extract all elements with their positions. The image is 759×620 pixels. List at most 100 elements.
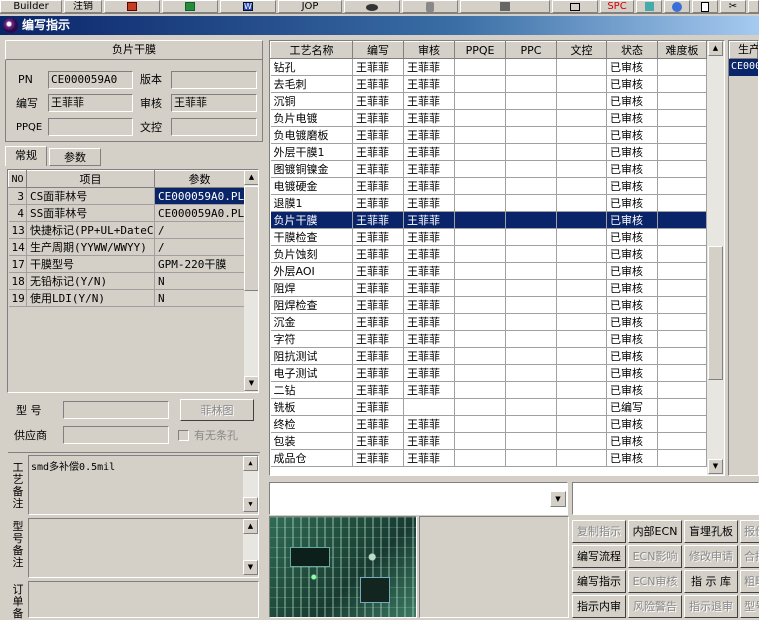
ppqe-cell[interactable] (454, 381, 506, 399)
param-no-cell[interactable]: 19 (8, 289, 27, 307)
ppqe-cell[interactable] (454, 330, 506, 348)
status-cell[interactable]: 已审核 (606, 194, 658, 212)
ppc-cell[interactable] (505, 92, 557, 110)
process-row[interactable]: 干膜检查 王菲菲 王菲菲 已审核 (270, 228, 707, 246)
model-field[interactable] (63, 401, 169, 419)
doc-control-cell[interactable] (556, 364, 607, 382)
param-value-cell[interactable]: N (154, 272, 245, 290)
doc-control-cell[interactable] (556, 398, 607, 416)
ppc-cell[interactable] (505, 126, 557, 144)
process-row[interactable]: 字符 王菲菲 王菲菲 已审核 (270, 330, 707, 348)
difficulty-cell[interactable] (657, 381, 707, 399)
ppqe-cell[interactable] (454, 296, 506, 314)
reviewer-cell[interactable]: 王菲菲 (403, 194, 455, 212)
doc-control-cell[interactable] (556, 160, 607, 178)
toolbar-blank-button[interactable] (692, 0, 718, 13)
pn-field[interactable]: CE000059A0 (48, 71, 133, 89)
param-no-cell[interactable]: 3 (8, 187, 27, 205)
reviewer-cell[interactable]: 王菲菲 (403, 279, 455, 297)
ppc-cell[interactable] (505, 381, 557, 399)
ppqe-cell[interactable] (454, 313, 506, 331)
author-cell[interactable]: 王菲菲 (352, 398, 404, 416)
difficulty-cell[interactable] (657, 109, 707, 127)
param-value-cell[interactable]: N (154, 289, 245, 307)
ppqe-cell[interactable] (454, 143, 506, 161)
ppc-cell[interactable] (505, 262, 557, 280)
logout-button[interactable]: 注销 (64, 0, 102, 13)
scroll-down-icon[interactable]: ▼ (243, 560, 258, 575)
ppqe-cell[interactable] (454, 126, 506, 144)
difficulty-cell[interactable] (657, 58, 707, 76)
difficulty-cell[interactable] (657, 347, 707, 365)
ppc-cell[interactable] (505, 160, 557, 178)
param-value-cell[interactable]: CE000059A0.PLN (154, 187, 245, 205)
status-cell[interactable]: 已审核 (606, 245, 658, 263)
author-cell[interactable]: 王菲菲 (352, 228, 404, 246)
ppqe-cell[interactable] (454, 279, 506, 297)
param-col-no[interactable]: NO (8, 170, 27, 188)
doc-control-cell[interactable] (556, 432, 607, 450)
process-name-cell[interactable]: 图镀铜镍金 (270, 160, 353, 178)
process-col-header[interactable]: 审核 (403, 41, 455, 59)
difficulty-cell[interactable] (657, 330, 707, 348)
status-cell[interactable]: 已审核 (606, 449, 658, 467)
status-cell[interactable]: 已审核 (606, 228, 658, 246)
status-cell[interactable]: 已审核 (606, 415, 658, 433)
doc-control-cell[interactable] (556, 177, 607, 195)
param-row[interactable]: 3 CS面菲林号 CE000059A0.PLN (8, 187, 245, 205)
model-note-field[interactable]: ▲ ▼ (28, 518, 259, 578)
reviewer-cell[interactable]: 王菲菲 (403, 160, 455, 178)
process-row[interactable]: 负电镀磨板 王菲菲 王菲菲 已审核 (270, 126, 707, 144)
process-row[interactable]: 终检 王菲菲 王菲菲 已审核 (270, 415, 707, 433)
param-item-cell[interactable]: 干膜型号 (26, 255, 155, 273)
difficulty-cell[interactable] (657, 194, 707, 212)
ppqe-cell[interactable] (454, 398, 506, 416)
action-button-1[interactable]: 复制指示 (572, 520, 626, 543)
reviewer-cell[interactable]: 王菲菲 (403, 177, 455, 195)
process-table-scrollbar[interactable]: ▲ ▼ (707, 41, 724, 475)
reviewer-cell[interactable]: 王菲菲 (403, 92, 455, 110)
ppc-cell[interactable] (505, 228, 557, 246)
reviewer-cell[interactable]: 王菲菲 (403, 364, 455, 382)
ppc-cell[interactable] (505, 177, 557, 195)
process-row[interactable]: 阻抗测试 王菲菲 王菲菲 已审核 (270, 347, 707, 365)
author-cell[interactable]: 王菲菲 (352, 330, 404, 348)
param-no-cell[interactable]: 14 (8, 238, 27, 256)
reviewer-cell[interactable]: 王菲菲 (403, 126, 455, 144)
difficulty-cell[interactable] (657, 296, 707, 314)
process-name-cell[interactable]: 负电镀磨板 (270, 126, 353, 144)
status-cell[interactable]: 已审核 (606, 262, 658, 280)
toolbar-tools-button[interactable] (460, 0, 550, 13)
doc-control-cell[interactable] (556, 449, 607, 467)
process-name-cell[interactable]: 负片干膜 (270, 211, 353, 229)
ppc-cell[interactable] (505, 398, 557, 416)
ppc-cell[interactable] (505, 432, 557, 450)
param-no-cell[interactable]: 18 (8, 272, 27, 290)
doc-control-cell[interactable] (556, 58, 607, 76)
process-name-cell[interactable]: 沉铜 (270, 92, 353, 110)
author-cell[interactable]: 王菲菲 (352, 313, 404, 331)
difficulty-cell[interactable] (657, 313, 707, 331)
status-cell[interactable]: 已审核 (606, 177, 658, 195)
action-button-6[interactable]: ECN影响 (628, 545, 682, 568)
param-col-value[interactable]: 参数 (154, 170, 245, 188)
difficulty-cell[interactable] (657, 92, 707, 110)
difficulty-cell[interactable] (657, 364, 707, 382)
film-image-button[interactable]: 菲林图 (180, 399, 254, 421)
param-row[interactable]: 17 干膜型号 GPM-220干膜 (8, 255, 245, 273)
ppc-cell[interactable] (505, 296, 557, 314)
param-value-cell[interactable]: GPM-220干膜 (154, 255, 245, 273)
reviewer-cell[interactable]: 王菲菲 (403, 415, 455, 433)
spc-button[interactable]: SPC (600, 0, 634, 13)
difficulty-cell[interactable] (657, 398, 707, 416)
status-cell[interactable]: 已审核 (606, 160, 658, 178)
ppc-cell[interactable] (505, 364, 557, 382)
difficulty-cell[interactable] (657, 126, 707, 144)
process-name-cell[interactable]: 电子测试 (270, 364, 353, 382)
param-row[interactable]: 19 使用LDI(Y/N) N (8, 289, 245, 307)
process-row[interactable]: 铣板 王菲菲 已编写 (270, 398, 707, 416)
doc-control-cell[interactable] (556, 313, 607, 331)
status-cell[interactable]: 已审核 (606, 347, 658, 365)
reviewer-cell[interactable]: 王菲菲 (403, 381, 455, 399)
status-cell[interactable]: 已审核 (606, 330, 658, 348)
